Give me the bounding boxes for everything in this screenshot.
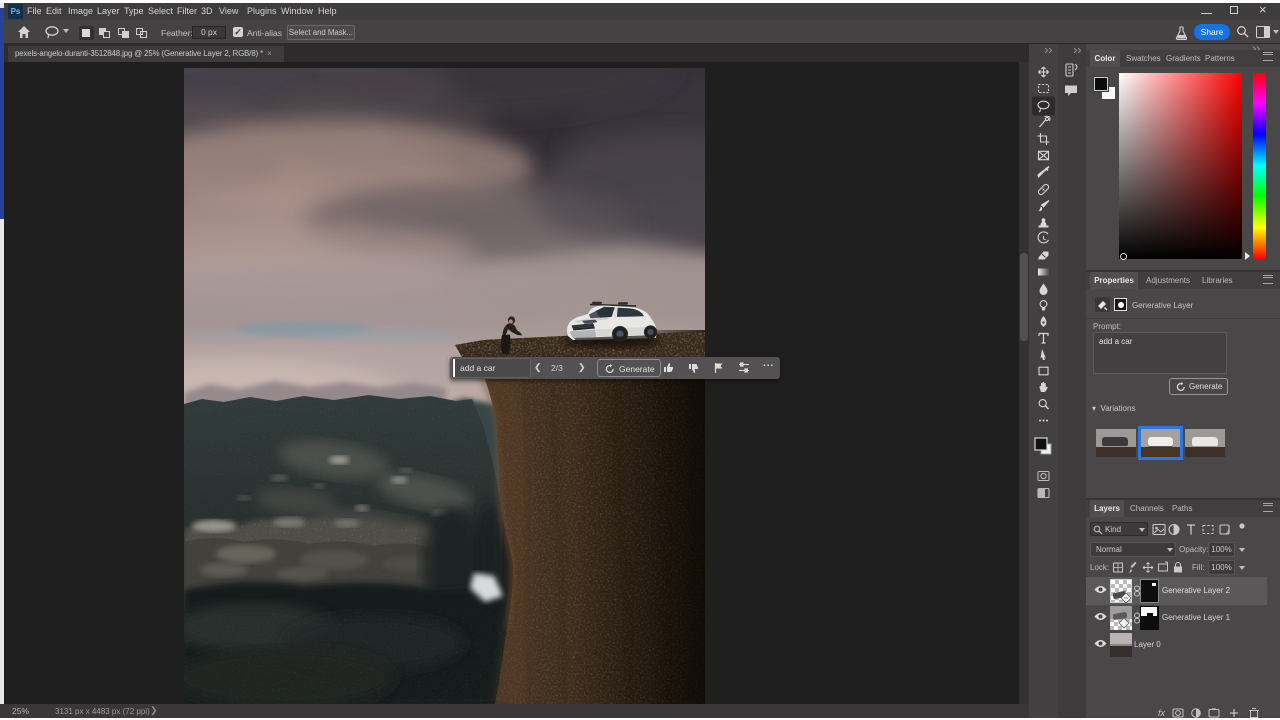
svg-text:fx: fx [1158,708,1166,718]
